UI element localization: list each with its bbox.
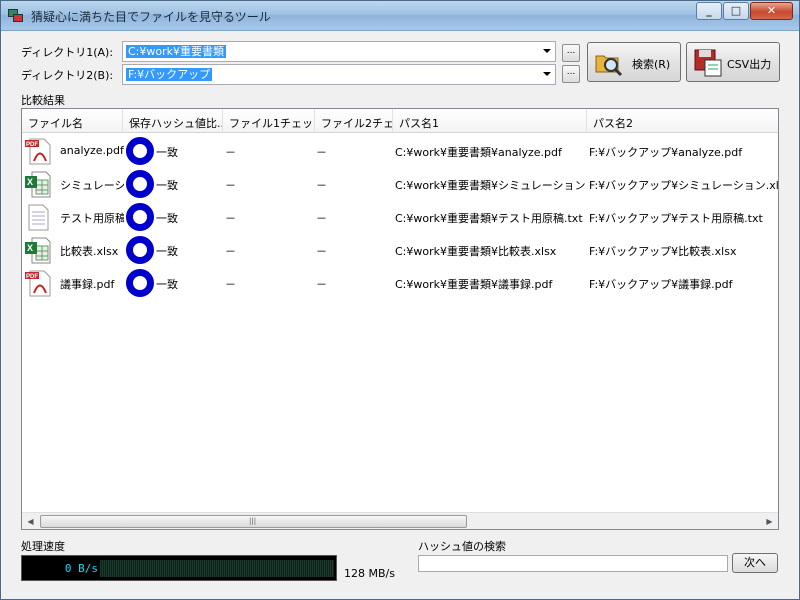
svg-text:X: X: [27, 177, 33, 187]
csv-button-label: CSV出力: [727, 58, 772, 71]
match-circle-icon: [126, 203, 154, 231]
maximize-icon: □: [730, 4, 742, 17]
dir1-value: C:¥work¥重要書類: [126, 45, 227, 58]
table-row[interactable]: PDF 議事録.pdf 一致 － － C:¥work¥重要書類¥議事録.pdf F:¥バック…: [22, 266, 778, 299]
cell-status: 一致: [156, 245, 178, 258]
speed-current-value: 0 B/s: [64, 562, 98, 575]
table-row[interactable]: X シミュレーション 一致 － － C:¥work¥重要書類¥シミュレーション.xls F:…: [22, 167, 778, 200]
main-window: 猜疑心に満ちた目でファイルを見守るツール _ □ ✕ ディレクトリ1(A): C…: [0, 0, 800, 600]
pdf-file-icon: PDF: [24, 269, 52, 297]
cell-path1: C:¥work¥重要書類¥議事録.pdf: [395, 278, 553, 291]
cell-name: シミュレーション: [60, 179, 124, 192]
cell-check1: －: [225, 245, 236, 258]
title-bar[interactable]: 猜疑心に満ちた目でファイルを見守るツール _ □ ✕: [1, 1, 799, 31]
dir2-label: ディレクトリ2(B):: [21, 69, 114, 82]
cell-status: 一致: [156, 278, 178, 291]
close-button[interactable]: ✕: [750, 2, 793, 20]
cell-check1: －: [225, 278, 236, 291]
next-button[interactable]: 次へ: [732, 553, 778, 573]
cell-check1: －: [225, 146, 236, 159]
speed-label: 処理速度: [21, 540, 65, 553]
minimize-icon: _: [706, 4, 712, 17]
svg-text:PDF: PDF: [26, 142, 38, 148]
cell-name: 議事録.pdf: [60, 278, 115, 291]
cell-check1: －: [225, 179, 236, 192]
column-header-path2[interactable]: パス名2: [587, 109, 778, 133]
cell-path2: F:¥バックアップ¥議事録.pdf: [589, 278, 733, 291]
dir2-value: F:¥バックアップ: [126, 68, 213, 81]
match-circle-icon: [126, 236, 154, 264]
cell-check2: －: [316, 212, 327, 225]
dir2-combo[interactable]: F:¥バックアップ: [122, 64, 556, 85]
cell-status: 一致: [156, 146, 178, 159]
table-row[interactable]: X 比較表.xlsx 一致 － － C:¥work¥重要書類¥比較表.xlsx F:¥バック…: [22, 233, 778, 266]
dir1-browse-button[interactable]: ...: [562, 44, 580, 62]
results-label: 比較結果: [21, 94, 65, 107]
close-icon: ✕: [766, 4, 777, 17]
scrollbar-thumb[interactable]: |||: [40, 515, 467, 528]
table-row[interactable]: テスト用原稿 一致 － － C:¥work¥重要書類¥テスト用原稿.txt F:¥バックア…: [22, 200, 778, 233]
cell-status: 一致: [156, 179, 178, 192]
speed-meter: 0 B/s: [21, 555, 337, 581]
cell-path2: F:¥バックアップ¥シミュレーション.xls: [589, 179, 779, 192]
app-icon: [8, 9, 24, 23]
minimize-button[interactable]: _: [696, 2, 722, 20]
scroll-right-icon[interactable]: ▶: [761, 513, 778, 529]
cell-check2: －: [316, 179, 327, 192]
cell-name: analyze.pdf: [60, 144, 124, 157]
folder-search-icon: [595, 55, 623, 77]
cell-path2: F:¥バックアップ¥比較表.xlsx: [589, 245, 737, 258]
dir1-label: ディレクトリ1(A):: [21, 46, 114, 59]
excel-file-icon: X: [24, 170, 52, 198]
grip-icon: |||: [249, 517, 257, 525]
cell-check2: －: [316, 146, 327, 159]
svg-text:X: X: [27, 243, 33, 253]
column-header-file1-check[interactable]: ファイル1チェック...: [223, 109, 315, 133]
cell-name: テスト用原稿: [60, 212, 124, 225]
cell-path1: C:¥work¥重要書類¥analyze.pdf: [395, 146, 562, 159]
cell-status: 一致: [156, 212, 178, 225]
match-circle-icon: [126, 269, 154, 297]
cell-check2: －: [316, 245, 327, 258]
dir2-dropdown-arrow-icon[interactable]: [543, 72, 551, 76]
listview-header: ファイル名 保存ハッシュ値比... ファイル1チェック... ファイル2チェ..…: [22, 109, 778, 133]
csv-export-button[interactable]: CSV出力: [686, 42, 780, 82]
floppy-disk-icon: [694, 49, 722, 77]
cell-check2: －: [316, 278, 327, 291]
column-header-file2-check[interactable]: ファイル2チェ...: [315, 109, 393, 133]
svg-text:PDF: PDF: [26, 274, 38, 280]
hash-search-label: ハッシュ値の検索: [418, 540, 506, 553]
speed-max-value: 128 MB/s: [344, 567, 395, 580]
hash-search-input[interactable]: [418, 555, 728, 572]
cell-check1: －: [225, 212, 236, 225]
dir2-browse-button[interactable]: ...: [562, 65, 580, 83]
results-listview[interactable]: ファイル名 保存ハッシュ値比... ファイル1チェック... ファイル2チェ..…: [21, 108, 779, 530]
dir1-dropdown-arrow-icon[interactable]: [543, 49, 551, 53]
cell-path2: F:¥バックアップ¥テスト用原稿.txt: [589, 212, 763, 225]
column-header-hash-compare[interactable]: 保存ハッシュ値比...: [123, 109, 223, 133]
speed-graph: [100, 560, 334, 577]
search-button-label: 検索(R): [632, 58, 671, 71]
cell-path2: F:¥バックアップ¥analyze.pdf: [589, 146, 743, 159]
cell-path1: C:¥work¥重要書類¥シミュレーション.xls: [395, 179, 585, 192]
table-row[interactable]: PDF analyze.pdf 一致 － － C:¥work¥重要書類¥analyze.p…: [22, 134, 778, 167]
match-circle-icon: [126, 170, 154, 198]
maximize-button[interactable]: □: [723, 2, 749, 20]
pdf-file-icon: PDF: [24, 137, 52, 165]
dir1-combo[interactable]: C:¥work¥重要書類: [122, 41, 556, 62]
column-header-path1[interactable]: パス名1: [393, 109, 587, 133]
search-button[interactable]: 検索(R): [587, 42, 681, 82]
scroll-left-icon[interactable]: ◀: [22, 513, 39, 529]
cell-path1: C:¥work¥重要書類¥比較表.xlsx: [395, 245, 557, 258]
excel-file-icon: X: [24, 236, 52, 264]
cell-name: 比較表.xlsx: [60, 245, 119, 258]
window-title: 猜疑心に満ちた目でファイルを見守るツール: [31, 10, 271, 24]
horizontal-scrollbar[interactable]: ◀ ||| ▶: [22, 512, 778, 529]
column-header-filename[interactable]: ファイル名: [22, 109, 123, 133]
text-file-icon: [24, 203, 52, 231]
cell-path1: C:¥work¥重要書類¥テスト用原稿.txt: [395, 212, 583, 225]
match-circle-icon: [126, 137, 154, 165]
